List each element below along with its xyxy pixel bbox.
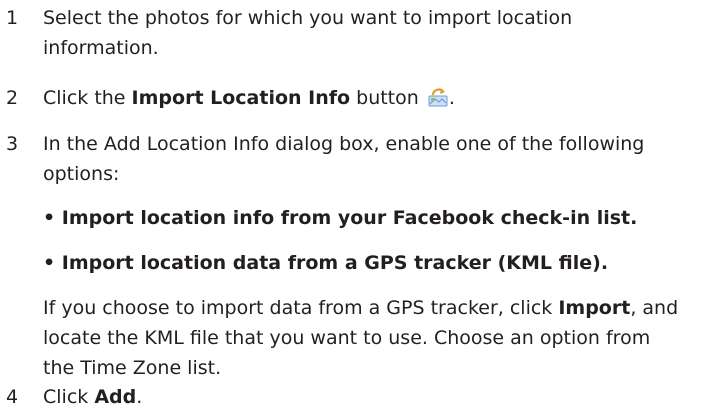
step-number: 4	[6, 386, 19, 408]
step-text: In the Add Location Info dialog box, ena…	[43, 129, 705, 189]
import-label: Import	[558, 297, 631, 319]
note-text: If you choose to import data from a GPS …	[43, 293, 705, 383]
step-number: 3	[6, 133, 19, 155]
bullet-gps-tracker: • Import location data from a GPS tracke…	[43, 252, 609, 274]
step-line: information.	[43, 37, 159, 59]
step-number: 1	[6, 7, 19, 29]
note-line: the Time Zone list.	[43, 357, 222, 379]
step-text-end: .	[448, 87, 455, 109]
import-location-info-label: Import Location Info	[131, 87, 351, 109]
step-text: Click the Import Location Info button .	[43, 83, 705, 113]
step-line: options:	[43, 163, 120, 185]
note-line: locate the KML file that you want to use…	[43, 327, 651, 349]
step-text-end: .	[136, 386, 143, 408]
bullet-facebook-checkin: • Import location info from your Faceboo…	[43, 207, 638, 229]
step-number: 2	[6, 87, 19, 109]
step-text-lead: Click	[43, 386, 95, 408]
note-lead: If you choose to import data from a GPS …	[43, 297, 559, 319]
add-label: Add	[94, 386, 137, 408]
step-text: Click Add.	[43, 382, 705, 412]
step-text-lead: Click the	[43, 87, 132, 109]
note-tail: , and	[630, 297, 679, 319]
step-line: In the Add Location Info dialog box, ena…	[43, 133, 645, 155]
instructions-document: 1 Select the photos for which you want t…	[0, 0, 705, 408]
import-location-icon	[427, 86, 449, 107]
step-line: Select the photos for which you want to …	[43, 7, 573, 29]
step-text: Select the photos for which you want to …	[43, 3, 705, 63]
step-text-tail: button	[350, 87, 419, 109]
